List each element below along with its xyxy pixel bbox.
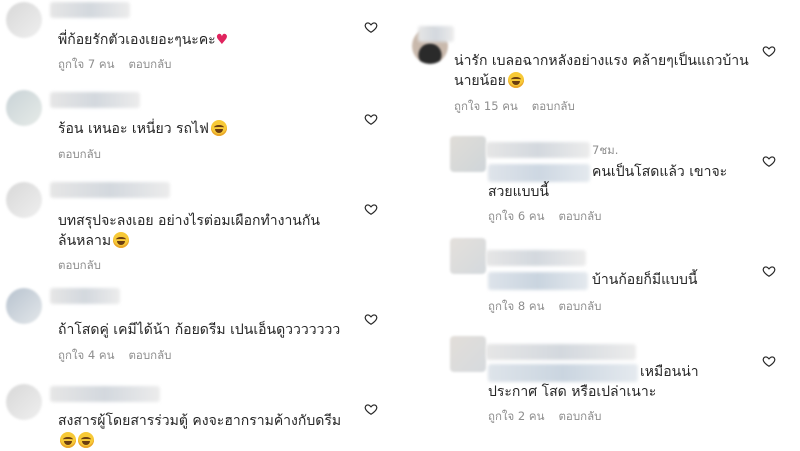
- like-heart-icon[interactable]: [762, 44, 776, 58]
- avatar[interactable]: [450, 136, 486, 172]
- comment-text: บทสรุปจะลงเอย อย่างไรต่อมเผือกทำงานกัน ล…: [58, 213, 320, 249]
- username-blurred: [50, 182, 170, 198]
- avatar[interactable]: [6, 384, 42, 420]
- like-heart-icon[interactable]: [762, 154, 776, 168]
- comment-text: พี่ก้อยรักตัวเองเยอะๆนะคะ♥: [58, 32, 229, 48]
- laughing-emoji-icon: [210, 120, 227, 136]
- reply-button[interactable]: ตอบกลับ: [532, 99, 575, 113]
- comment-meta: ถูกใจ 7 คน ตอบกลับ: [58, 56, 185, 74]
- avatar[interactable]: [6, 2, 42, 38]
- reply-button[interactable]: ตอบกลับ: [558, 409, 601, 423]
- reply-button[interactable]: ตอบกลับ: [128, 348, 171, 362]
- username-blurred: [50, 2, 130, 18]
- comment-meta: ถูกใจ 4 คน ตอบกลับ: [58, 347, 185, 365]
- comment-text: คนเป็นโสดแล้ว เขาจะ สวยแบบนี้: [488, 164, 728, 200]
- laughing-emoji-icon: [507, 72, 524, 88]
- like-count[interactable]: ถูกใจ 6 คน: [488, 209, 544, 223]
- like-count[interactable]: ถูกใจ 15 คน: [454, 99, 518, 113]
- like-heart-icon[interactable]: [364, 20, 378, 34]
- comment-text: น่ารัก เบลอฉากหลังอย่างแรง คล้ายๆเป็นแถว…: [454, 53, 749, 89]
- like-heart-icon[interactable]: [364, 112, 378, 126]
- laughing-emoji-icon: [60, 432, 76, 448]
- username-blurred: [486, 142, 590, 158]
- avatar[interactable]: [450, 238, 486, 274]
- comment-text: ร้อน เหนอะ เหนี่ยว รถไฟ: [58, 119, 227, 139]
- comment-meta: ถูกใจ 8 คน ตอบกลับ: [488, 298, 615, 316]
- comment-meta: ถูกใจ 15 คน ตอบกลับ: [454, 98, 589, 116]
- blurred-mention: [488, 272, 588, 290]
- username-blurred: [50, 92, 140, 108]
- like-count[interactable]: ถูกใจ 2 คน: [488, 409, 544, 423]
- red-heart-icon: ♥: [215, 32, 229, 48]
- reply-button[interactable]: ตอบกลับ: [58, 147, 101, 161]
- reply-button[interactable]: ตอบกลับ: [558, 209, 601, 223]
- comment-meta: ตอบกลับ: [58, 146, 115, 164]
- comment-meta: ถูกใจ 2 คน ตอบกลับ: [488, 408, 615, 426]
- reply-button[interactable]: ตอบกลับ: [558, 299, 601, 313]
- comment-text: สงสารผู้โดยสารร่วมตู้ คงจะฮากรามค้างกับด…: [58, 411, 341, 451]
- username-blurred: [50, 288, 120, 304]
- like-heart-icon[interactable]: [364, 402, 378, 416]
- reply-button[interactable]: ตอบกลับ: [58, 258, 101, 272]
- left-comment-column: พี่ก้อยรักตัวเองเยอะๆนะคะ♥ ถูกใจ 7 คนตอบ…: [0, 0, 390, 450]
- comment-text: บ้านก้อยก็มีแบบนี้: [592, 272, 698, 288]
- avatar[interactable]: [450, 336, 486, 372]
- laughing-emoji-icon: [113, 232, 130, 248]
- like-heart-icon[interactable]: [762, 264, 776, 278]
- avatar[interactable]: [6, 182, 42, 218]
- comment-text: ถ้าโสดคู่ เคมีได้น้า ก้อยดรีม เปนเอ็นดูว…: [58, 322, 341, 338]
- like-heart-icon[interactable]: [762, 354, 776, 368]
- username-blurred: [418, 26, 454, 42]
- like-count[interactable]: ถูกใจ 7 คน: [58, 57, 114, 71]
- avatar[interactable]: [6, 288, 42, 324]
- like-heart-icon[interactable]: [364, 312, 378, 326]
- username-blurred: [486, 344, 636, 360]
- post-time-partial: 7ชม.: [592, 143, 619, 157]
- reply-button[interactable]: ตอบกลับ: [128, 57, 171, 71]
- right-comment-column: น่ารัก เบลอฉากหลังอย่างแรง คล้ายๆเป็นแถว…: [400, 0, 800, 450]
- comment-meta: ถูกใจ 6 คน ตอบกลับ: [488, 208, 615, 226]
- username-blurred: [50, 386, 160, 402]
- like-heart-icon[interactable]: [364, 202, 378, 216]
- like-count[interactable]: ถูกใจ 8 คน: [488, 299, 544, 313]
- comment-meta: ตอบกลับ: [58, 257, 115, 275]
- like-count[interactable]: ถูกใจ 4 คน: [58, 348, 114, 362]
- comment-text: เหมือนน่า ประกาศ โสด หรือเปล่าเนาะ: [488, 364, 699, 400]
- username-blurred: [486, 250, 586, 266]
- laughing-emoji-icon: [78, 432, 94, 448]
- avatar[interactable]: [6, 90, 42, 126]
